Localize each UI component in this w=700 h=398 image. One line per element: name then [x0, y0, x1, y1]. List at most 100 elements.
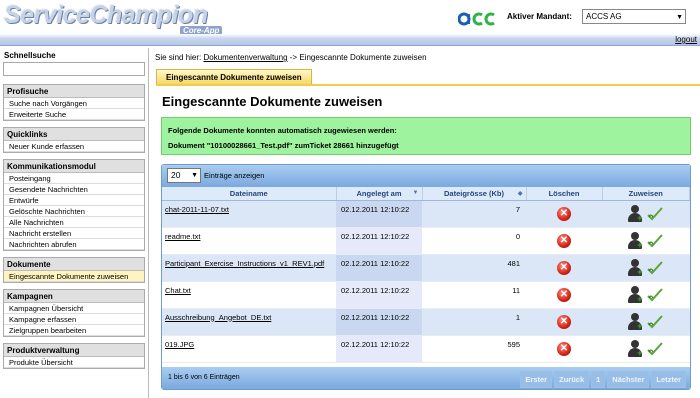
col-label: Dateigrösse (Kb): [443, 188, 504, 198]
pager-next[interactable]: Nächster: [607, 371, 650, 388]
sidebar-item-alle[interactable]: Alle Nachrichten: [4, 217, 144, 228]
delete-icon[interactable]: ✕: [557, 314, 571, 329]
col-zuweisen[interactable]: Zuweisen: [602, 187, 690, 201]
sidebar-item-kampagnen-uebersicht[interactable]: Kampagnen Übersicht: [4, 303, 144, 314]
documents-grid: Dateiname Angelegt am ▼ Dateigrösse (Kb) ◆…: [162, 187, 690, 363]
sidebar-item-suche-vorgaenge[interactable]: Suche nach Vorgängen: [4, 98, 144, 109]
quick-search-input[interactable]: [3, 62, 145, 76]
assign-user-icon[interactable]: +: [627, 339, 643, 358]
delete-icon[interactable]: ✕: [557, 233, 571, 248]
chevron-down-icon: ▼: [191, 172, 198, 179]
sidebar-item-abrufen[interactable]: Nachrichten abrufen: [4, 239, 144, 250]
sidebar-section-title: Produktverwaltung: [4, 344, 144, 357]
quick-search-title: Schnellsuche: [4, 51, 56, 60]
assign-user-icon[interactable]: +: [627, 204, 643, 223]
auto-assign-check-icon[interactable]: [646, 259, 664, 277]
tab-underline: [156, 84, 700, 86]
sidebar-item-kampagne-erfassen[interactable]: Kampagne erfassen: [4, 314, 144, 325]
sidebar-section-produktverwaltung: Produktverwaltung Produkte Übersicht: [3, 343, 145, 369]
sidebar-item-erstellen[interactable]: Nachricht erstellen: [4, 228, 144, 239]
auto-assign-check-icon[interactable]: [646, 205, 664, 223]
col-angelegt-am[interactable]: Angelegt am ▼: [336, 187, 423, 201]
sort-icon: ◆: [517, 191, 523, 197]
assign-user-icon[interactable]: +: [627, 285, 643, 304]
sidebar-item-geloeschte[interactable]: Gelöschte Nachrichten: [4, 206, 144, 217]
delete-cell: ✕: [526, 200, 602, 228]
delete-cell: ✕: [526, 308, 602, 336]
sidebar-section-quicklinks: Quicklinks Neuer Kunde erfassen: [3, 127, 145, 153]
assign-cell: +: [602, 335, 690, 363]
page-title: Eingescannte Dokumente zuweisen: [162, 94, 383, 109]
delete-icon[interactable]: ✕: [557, 206, 571, 221]
delete-cell: ✕: [526, 254, 602, 282]
pager-page-1[interactable]: 1: [591, 371, 606, 388]
sidebar-item-eingescannte-dokumente[interactable]: Eingescannte Dokumente zuweisen: [4, 271, 144, 282]
mandant-select[interactable]: ACCS AG ▼: [582, 9, 686, 24]
success-message: Folgende Dokumente konnten automatisch z…: [161, 117, 691, 155]
file-name-link[interactable]: Participant_Exercise_Instructions_v1_REV…: [162, 254, 336, 282]
col-label: Löschen: [548, 188, 580, 198]
page-length-select[interactable]: 20 ▼: [167, 168, 201, 183]
auto-assign-check-icon[interactable]: [646, 313, 664, 331]
file-name-link[interactable]: Chat.txt: [162, 281, 336, 309]
sidebar-section-dokumente: Dokumente Eingescannte Dokumente zuweise…: [3, 257, 145, 283]
file-size: 0: [422, 227, 526, 255]
app-header: ServiceChampion Core-App Aktiver Mandant…: [0, 0, 700, 36]
assign-cell: +: [602, 281, 690, 309]
file-name-link[interactable]: chat-2011-11-07.txt: [162, 200, 336, 228]
pager-last[interactable]: Letzter: [651, 371, 686, 388]
sidebar-item-posteingang[interactable]: Posteingang: [4, 173, 144, 184]
delete-icon[interactable]: ✕: [557, 260, 571, 275]
sidebar-item-entwuerfe[interactable]: Entwürfe: [4, 195, 144, 206]
sidebar-section-kampagnen: Kampagnen Kampagnen Übersicht Kampagne e…: [3, 289, 145, 337]
file-size: 11: [422, 281, 526, 309]
table-row: readme.txt 02.12.2011 12:10:22 0 ✕ +: [162, 227, 690, 255]
col-loeschen[interactable]: Löschen: [526, 187, 603, 201]
pager-previous[interactable]: Zurück: [554, 371, 590, 388]
logout-link[interactable]: logout: [675, 35, 697, 44]
mandant-label: Aktiver Mandant:: [507, 12, 572, 21]
file-name-link[interactable]: 019.JPG: [162, 335, 336, 363]
auto-assign-check-icon[interactable]: [646, 286, 664, 304]
chevron-down-icon: ▼: [676, 14, 683, 21]
col-label: Zuweisen: [628, 188, 663, 198]
tab-eingescannte-dokumente[interactable]: Eingescannte Dokumente zuweisen: [156, 69, 312, 84]
table-row: 019.JPG 02.12.2011 12:10:22 595 ✕ +: [162, 335, 690, 363]
delete-icon[interactable]: ✕: [557, 287, 571, 302]
file-name-link[interactable]: readme.txt: [162, 227, 336, 255]
sidebar-item-gesendete[interactable]: Gesendete Nachrichten: [4, 184, 144, 195]
created-date: 02.12.2011 12:10:22: [336, 254, 422, 282]
sidebar-item-produkte[interactable]: Produkte Übersicht: [4, 357, 144, 368]
col-dateiname[interactable]: Dateiname: [162, 187, 337, 201]
pager-first[interactable]: Erster: [520, 371, 553, 388]
table-row: Ausschreibung_Angebot_DE.txt 02.12.2011 1…: [162, 308, 690, 336]
page-length-value: 20: [171, 170, 181, 180]
file-name-link[interactable]: Ausschreibung_Angebot_DE.txt: [162, 308, 336, 336]
sidebar-section-title: Quicklinks: [4, 128, 144, 141]
sidebar-item-zielgruppen[interactable]: Zielgruppen bearbeiten: [4, 325, 144, 336]
assign-user-icon[interactable]: +: [627, 312, 643, 331]
delete-icon[interactable]: ✕: [557, 341, 571, 356]
col-dateigroesse[interactable]: Dateigrösse (Kb) ◆: [422, 187, 527, 201]
table-toolbar: 20 ▼ Einträge anzeigen: [162, 165, 690, 187]
sort-desc-icon: ▼: [412, 190, 419, 196]
created-date: 02.12.2011 12:10:22: [336, 281, 422, 309]
top-bar: logout: [0, 34, 700, 46]
sidebar-item-neuer-kunde[interactable]: Neuer Kunde erfassen: [4, 141, 144, 152]
sidebar-item-erweiterte-suche[interactable]: Erweiterte Suche: [4, 109, 144, 120]
auto-assign-check-icon[interactable]: [646, 232, 664, 250]
assign-user-icon[interactable]: +: [627, 231, 643, 250]
sidebar-section-profisuche: Profisuche Suche nach Vorgängen Erweiter…: [3, 84, 145, 121]
auto-assign-check-icon[interactable]: [646, 340, 664, 358]
assign-cell: +: [602, 200, 690, 228]
sidebar-section-title: Dokumente: [4, 258, 144, 271]
sidebar-section-title: Kampagnen: [4, 290, 144, 303]
message-line: Dokument "10100028661_Test.pdf" zumTicke…: [168, 141, 399, 150]
service-champion-logo[interactable]: ServiceChampion: [4, 1, 208, 30]
sidebar: Schnellsuche Profisuche Suche nach Vorgä…: [0, 48, 149, 398]
page-length-label: Einträge anzeigen: [204, 171, 265, 180]
sidebar-section-title: Kommunikationsmodul: [4, 160, 144, 173]
breadcrumb-link[interactable]: Dokumentenverwaltung: [203, 53, 287, 62]
assign-user-icon[interactable]: +: [627, 258, 643, 277]
assign-cell: +: [602, 254, 690, 282]
